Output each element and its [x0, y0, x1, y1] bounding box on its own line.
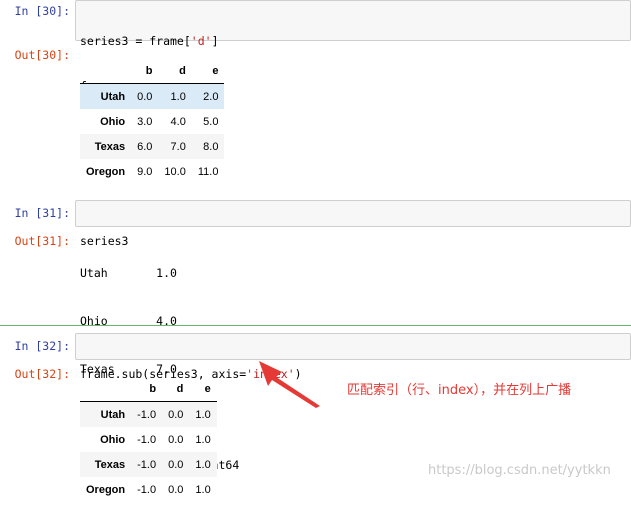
code-input-30[interactable]: series3 = frame['d'] frame [75, 0, 631, 93]
selected-cell-indicator [0, 325, 631, 326]
column-header: d [158, 58, 192, 84]
table-cell: 3.0 [137, 115, 153, 128]
table-cell: 4.0 [170, 115, 186, 128]
in-prompt-32: In [32]: [14, 339, 70, 353]
table-row: Utah -1.0 0.0 1.0 [80, 401, 217, 427]
table-cell: 0.0 [168, 458, 184, 471]
table-header-row: b d e [80, 58, 225, 84]
table-cell: 8.0 [203, 140, 219, 153]
table-cell: 1.0 [195, 458, 211, 471]
row-index: Ohio [100, 433, 126, 446]
column-header: b [131, 58, 159, 84]
out-prompt-30: Out[30]: [14, 48, 70, 62]
table-row: Texas -1.0 0.0 1.0 [80, 452, 217, 477]
table-cell: 2.0 [203, 90, 219, 103]
code-text: series3 = frame[ [80, 34, 191, 48]
row-index: Utah [100, 408, 126, 421]
table-cell: 0.0 [168, 433, 184, 446]
row-index: Oregon [86, 165, 126, 178]
table-cell: 1.0 [170, 90, 186, 103]
code-text: ) [294, 367, 302, 381]
table-cell: -1.0 [137, 458, 157, 471]
out-prompt-31: Out[31]: [14, 234, 70, 248]
table-cell: 9.0 [137, 165, 153, 178]
table-row: Ohio -1.0 0.0 1.0 [80, 427, 217, 452]
row-index: Ohio [100, 115, 126, 128]
dataframe-output-30: b d e Utah 0.0 1.0 2.0 Ohio 3.0 4.0 5.0 … [80, 58, 225, 184]
string-literal: 'index' [246, 367, 295, 381]
column-header: e [191, 58, 225, 84]
code-text: ] [211, 34, 219, 48]
table-cell: 1.0 [195, 408, 211, 421]
table-cell: 11.0 [197, 165, 219, 178]
table-cell: -1.0 [137, 433, 157, 446]
index-header [80, 376, 132, 402]
row-index: Texas [94, 458, 126, 471]
code-input-31[interactable]: series3 [75, 200, 631, 248]
string-literal: 'd' [190, 34, 212, 48]
table-cell: 10.0 [164, 165, 186, 178]
table-cell: 6.0 [137, 140, 153, 153]
column-header: b [131, 376, 163, 402]
code-input-32[interactable]: frame.sub(series3, axis='index') [75, 333, 631, 381]
table-cell: 5.0 [203, 115, 219, 128]
column-header: d [162, 376, 190, 402]
row-index: Texas [94, 140, 126, 153]
column-header: e [189, 376, 217, 402]
table-cell: 0.0 [168, 408, 184, 421]
table-cell: 1.0 [195, 433, 211, 446]
index-header [80, 58, 132, 84]
code-line: series3 = frame['d'] [80, 34, 626, 49]
table-cell: -1.0 [137, 408, 157, 421]
in-prompt-30: In [30]: [14, 4, 70, 18]
table-header-row: b d e [80, 376, 217, 402]
dataframe-output-32: b d e Utah -1.0 0.0 1.0 Ohio -1.0 0.0 1.… [80, 376, 217, 502]
annotation-note: 匹配索引（行、index），并在列上广播 [347, 383, 572, 398]
row-index: Utah [100, 90, 126, 103]
in-prompt-31: In [31]: [14, 206, 70, 220]
table-row: Utah 0.0 1.0 2.0 [80, 83, 225, 109]
output-line: Utah 1.0 [80, 266, 177, 280]
table-cell: 7.0 [170, 140, 186, 153]
watermark: https://blog.csdn.net/yytkkn [428, 463, 611, 478]
table-row: Oregon 9.0 10.0 11.0 [80, 159, 225, 184]
output-line: Ohio 4.0 [80, 314, 177, 328]
table-cell: 0.0 [137, 90, 153, 103]
table-row: Texas 6.0 7.0 8.0 [80, 134, 225, 159]
out-prompt-32: Out[32]: [14, 367, 70, 381]
table-row: Ohio 3.0 4.0 5.0 [80, 109, 225, 134]
